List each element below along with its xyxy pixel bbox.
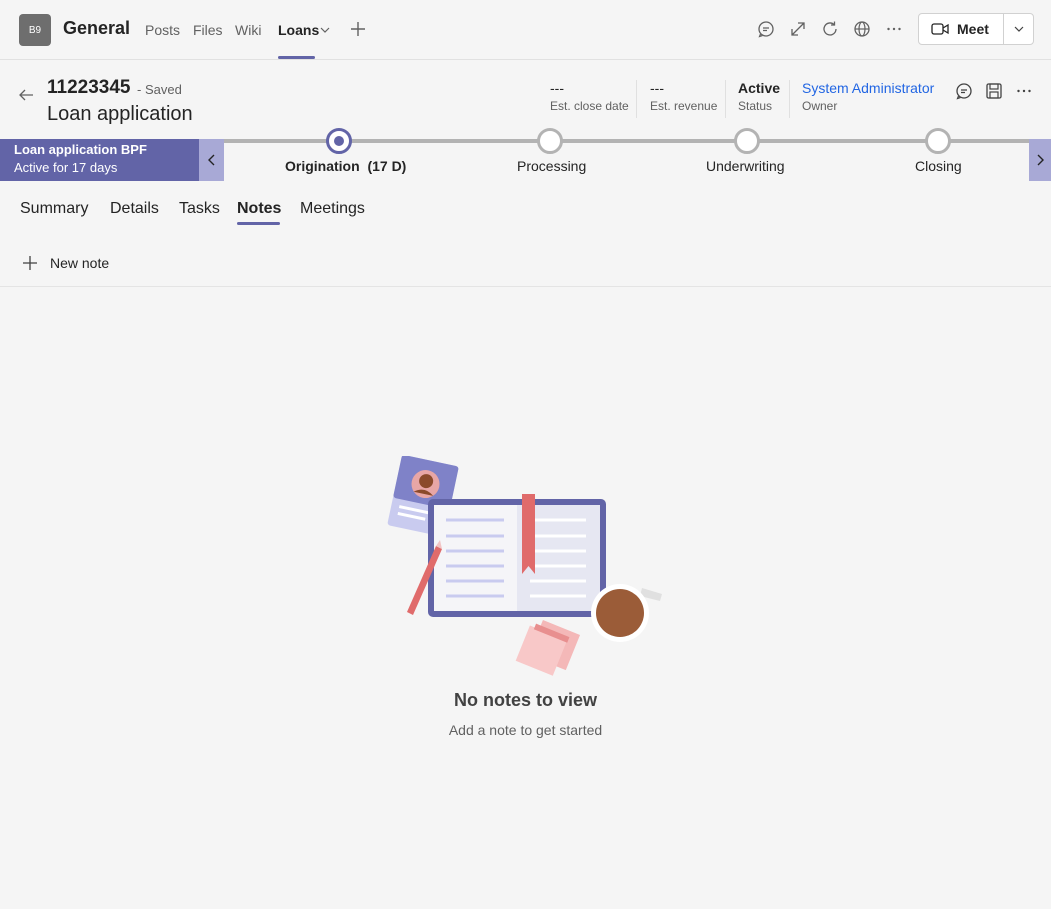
record-entity-title: Loan application [47, 103, 193, 125]
stage-processing-label[interactable]: Processing [517, 158, 586, 174]
header-field-status: Active Status [738, 80, 780, 113]
active-tab-indicator [278, 56, 315, 59]
status-value: Active [738, 80, 781, 96]
stage-underwriting-label[interactable]: Underwriting [706, 158, 785, 174]
chevron-left-icon [207, 154, 214, 166]
empty-state-title: No notes to view [453, 690, 597, 710]
empty-state-subtitle: Add a note to get started [448, 722, 603, 738]
stage-origination-dot[interactable] [326, 128, 352, 154]
revenue-label: Est. revenue [650, 99, 718, 113]
chat-icon[interactable] [757, 20, 775, 38]
new-note-label: New note [50, 255, 110, 271]
tab-meetings[interactable]: Meetings [300, 200, 365, 218]
stage-underwriting-dot[interactable] [734, 128, 760, 154]
command-bar-divider [0, 286, 1051, 287]
header-separator [789, 80, 790, 118]
header-separator [636, 80, 637, 118]
plus-icon [23, 256, 37, 270]
tab-loans[interactable]: Loans [278, 22, 319, 38]
header-field-owner: System Administrator Owner [802, 80, 934, 113]
meet-dropdown-button[interactable] [1004, 14, 1034, 44]
globe-icon[interactable] [853, 20, 871, 38]
stage-closing-dot[interactable] [925, 128, 951, 154]
tab-posts[interactable]: Posts [145, 22, 180, 38]
meet-split-button: Meet [918, 13, 1034, 45]
revenue-value: --- [650, 80, 664, 96]
stage-processing-dot[interactable] [537, 128, 563, 154]
chevron-down-icon[interactable] [319, 24, 331, 36]
owner-label: Owner [802, 99, 838, 113]
bpf-flyout[interactable]: Loan application BPF Active for 17 days [0, 139, 199, 181]
meet-label: Meet [957, 21, 989, 37]
bpf-duration: Active for 17 days [14, 160, 118, 175]
new-note-button[interactable]: New note [22, 253, 109, 273]
save-icon[interactable] [985, 82, 1003, 100]
bpf-previous-button[interactable] [199, 139, 224, 181]
close-date-value: --- [550, 80, 564, 96]
empty-notes-illustration [387, 456, 662, 676]
teams-header: B9 General Posts Files Wiki Loans Meet [0, 0, 1051, 60]
team-avatar[interactable]: B9 [19, 14, 51, 46]
bpf-next-button[interactable] [1029, 139, 1051, 181]
more-icon[interactable] [1015, 82, 1033, 100]
bpf-name: Loan application BPF [14, 142, 147, 157]
chevron-down-icon [1014, 26, 1024, 32]
channel-name: General [63, 18, 131, 38]
video-camera-icon [931, 23, 949, 35]
expand-icon[interactable] [789, 20, 807, 38]
active-form-tab-indicator [237, 222, 280, 225]
record-id: 11223345 [47, 77, 131, 98]
chat-icon[interactable] [955, 82, 973, 100]
more-icon[interactable] [885, 20, 903, 38]
refresh-icon[interactable] [821, 20, 839, 38]
tab-files[interactable]: Files [193, 22, 223, 38]
close-date-label: Est. close date [550, 99, 629, 113]
save-status: - Saved [137, 82, 182, 97]
stage-origination-label[interactable]: Origination (17 D) [285, 158, 406, 174]
add-tab-icon[interactable] [349, 20, 367, 38]
owner-link[interactable]: System Administrator [802, 80, 934, 96]
header-field-revenue: --- Est. revenue [650, 80, 717, 113]
tab-wiki[interactable]: Wiki [235, 22, 261, 38]
meet-button[interactable]: Meet [919, 14, 1003, 44]
tab-details[interactable]: Details [110, 200, 159, 218]
status-label: Status [738, 99, 773, 113]
header-field-close-date: --- Est. close date [550, 80, 629, 113]
tab-notes[interactable]: Notes [237, 200, 281, 218]
header-separator [725, 80, 726, 118]
tab-summary[interactable]: Summary [20, 200, 88, 218]
tab-tasks[interactable]: Tasks [179, 200, 220, 218]
chevron-right-icon [1037, 154, 1044, 166]
stage-closing-label[interactable]: Closing [915, 158, 962, 174]
back-arrow-icon[interactable] [17, 86, 35, 104]
